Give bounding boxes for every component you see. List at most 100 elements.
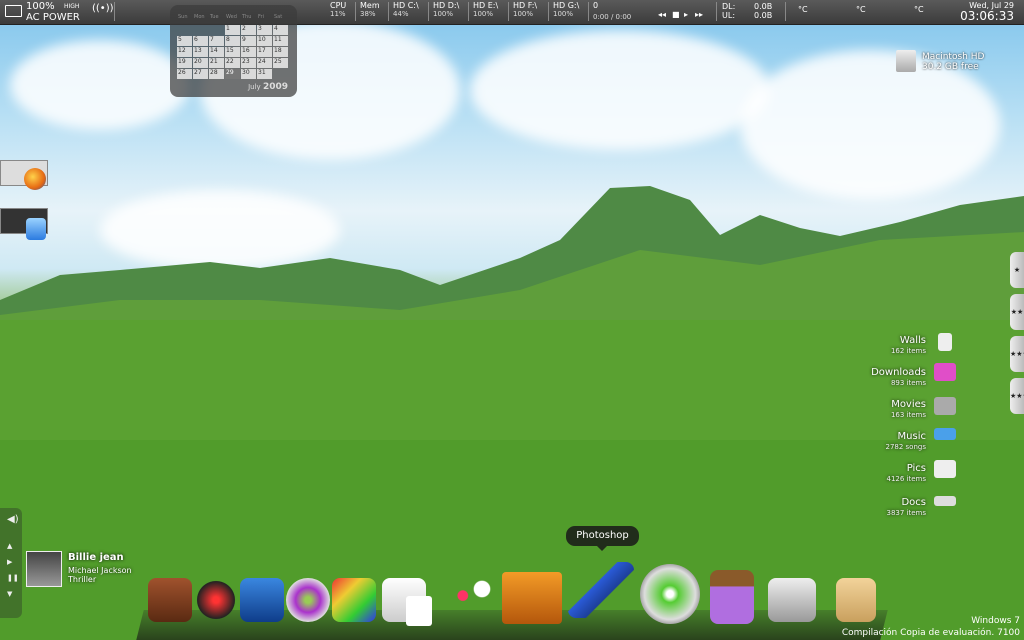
dock-tooltip: Photoshop	[566, 526, 639, 551]
power-status: AC POWER	[26, 12, 80, 23]
hard-drive-name: Macintosh HD	[922, 52, 985, 62]
upload-label: UL:	[722, 11, 736, 20]
trash-icon[interactable]	[938, 333, 952, 351]
calendar-day: 10	[257, 36, 272, 46]
pics-icon[interactable]	[934, 460, 956, 478]
divider	[388, 2, 389, 21]
calendar-day-header: Mon	[194, 14, 205, 20]
dock-paint-icon[interactable]	[332, 578, 376, 622]
calendar-day: 28	[209, 69, 224, 79]
calendar-day: 21	[209, 58, 224, 68]
dock-photoshop-icon[interactable]	[568, 562, 634, 618]
right-tab-1[interactable]: ★	[1010, 252, 1024, 288]
dock-tv-icon[interactable]	[502, 572, 562, 624]
calendar-day: 11	[273, 36, 288, 46]
calendar-day: 1	[225, 25, 240, 35]
dock-itunes-icon[interactable]	[286, 578, 330, 622]
dock-mail-truck-icon[interactable]	[768, 578, 816, 622]
now-playing-album: Thriller	[68, 575, 97, 584]
wifi-icon: ((•))	[92, 3, 114, 14]
divider	[355, 2, 356, 21]
power-percent: 100%	[26, 1, 55, 12]
divider	[468, 2, 469, 21]
calendar-day: 22	[225, 58, 240, 68]
calendar-day: 13	[193, 47, 208, 57]
calendar-day: 26	[177, 69, 192, 79]
calendar-day	[209, 25, 224, 35]
temperature-3: °C	[914, 5, 924, 14]
firefox-icon[interactable]	[24, 168, 46, 190]
calendar-day: 31	[257, 69, 272, 79]
dock-pencil-icon[interactable]	[710, 570, 754, 624]
stack-downloads[interactable]: Downloads 893 items	[871, 367, 926, 389]
calendar-day: 4	[273, 25, 288, 35]
play-icon[interactable]: ▸	[684, 10, 688, 19]
calendar-day: 23	[241, 58, 256, 68]
desktop-wallpaper	[0, 0, 1024, 640]
speaker-icon[interactable]: ◀)	[7, 514, 19, 525]
dock-notifier-icon[interactable]	[240, 578, 284, 622]
right-tab-2[interactable]: ★★	[1010, 294, 1024, 330]
calendar-day: 27	[193, 69, 208, 79]
calendar-day: 2	[241, 25, 256, 35]
calendar-day-header: Thu	[242, 14, 252, 20]
calendar-day: 25	[273, 58, 288, 68]
calendar-day: 30	[241, 69, 256, 79]
calendar-widget[interactable]: Sun Mon Tue Wed Thu Fri Sat 1 2 3 4 5 6 …	[170, 5, 297, 97]
dock-xbox-icon[interactable]	[640, 564, 700, 624]
dock-audio-icon[interactable]	[194, 578, 238, 622]
hard-drive-label[interactable]: Macintosh HD 30.2 GB free	[922, 52, 984, 72]
itunes-icon[interactable]	[26, 218, 46, 240]
evaluation-watermark: Compilación Copia de evaluación. 7100	[841, 628, 1020, 638]
dock-finder-icon[interactable]	[148, 578, 192, 622]
stack-music[interactable]: Music 2782 songs	[886, 431, 927, 453]
docs-icon[interactable]	[934, 496, 956, 506]
cpu-meter: CPU 11%	[330, 1, 347, 18]
signal-label: HIGH	[64, 3, 80, 10]
downloads-icon[interactable]	[934, 363, 956, 381]
music-icon[interactable]	[934, 428, 956, 440]
play-track-icon[interactable]: ▶	[7, 558, 12, 566]
hd-g-meter: HD G:\ 100%	[553, 1, 580, 18]
prev-icon[interactable]: ◂◂	[658, 10, 666, 19]
dock-recycle-icon[interactable]	[836, 578, 876, 622]
album-art[interactable]	[26, 551, 62, 587]
stack-walls[interactable]: Walls 162 items	[891, 335, 926, 357]
stack-docs[interactable]: Docs 3837 items	[886, 497, 926, 519]
movies-icon[interactable]	[934, 397, 956, 415]
dock-coffee-icon[interactable]	[406, 596, 432, 626]
mountains	[0, 186, 1024, 640]
stop-icon[interactable]: ■	[672, 10, 680, 19]
hard-drive-icon[interactable]	[896, 50, 916, 72]
divider	[508, 2, 509, 21]
system-status-bar: 100% AC POWER HIGH ((•)) CPU 11% Mem 38% H…	[0, 0, 1024, 25]
divider	[716, 2, 717, 21]
calendar-day: 19	[177, 58, 192, 68]
prev-track-icon[interactable]: ▲	[7, 542, 12, 550]
calendar-day-header: Sun	[178, 14, 188, 20]
volume-panel[interactable]: ◀) ▲ ▶ ❚❚ ▼	[0, 508, 22, 618]
next-icon[interactable]: ▸▸	[695, 10, 703, 19]
calendar-day: 9	[241, 36, 256, 46]
next-track-icon[interactable]: ▼	[7, 590, 12, 598]
right-tab-3[interactable]: ★★★	[1010, 336, 1024, 372]
calendar-day-header: Tue	[210, 14, 219, 20]
mem-meter: Mem 38%	[360, 1, 380, 18]
now-playing-title: Billie jean	[68, 552, 124, 563]
calendar-grid: Sun Mon Tue Wed Thu Fri Sat 1 2 3 4 5 6 …	[177, 14, 288, 79]
divider	[785, 2, 786, 21]
calendar-day	[273, 69, 288, 79]
pause-icon[interactable]: ❚❚	[7, 574, 19, 582]
stack-pics[interactable]: Pics 4126 items	[886, 463, 926, 485]
hd-d-meter: HD D:\ 100%	[433, 1, 460, 18]
divider	[114, 2, 115, 21]
calendar-day: 16	[241, 47, 256, 57]
right-tab-4[interactable]: ★★★★	[1010, 378, 1024, 414]
download-label: DL:	[722, 2, 736, 11]
calendar-day-header: Fri	[258, 14, 264, 20]
calendar-day-header: Sat	[274, 14, 283, 20]
calendar-day: 18	[273, 47, 288, 57]
calendar-today: 29	[225, 69, 240, 79]
stack-movies[interactable]: Movies 163 items	[891, 399, 926, 421]
dock-cocktail-icon[interactable]	[446, 578, 494, 622]
